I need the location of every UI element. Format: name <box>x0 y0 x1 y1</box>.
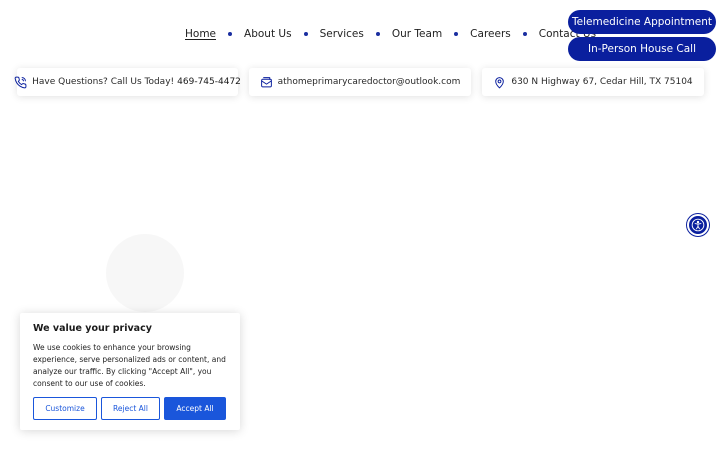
nav-links: Home About Us Services Our Team Careers … <box>185 27 596 41</box>
hero-logo-placeholder <box>106 234 184 312</box>
nav-separator <box>228 32 233 36</box>
cookie-accept-button[interactable]: Accept All <box>164 397 226 420</box>
accessibility-button[interactable] <box>687 214 709 236</box>
cookie-consent-banner: We value your privacy We use cookies to … <box>20 313 240 430</box>
nav-separator <box>303 32 308 36</box>
address-info-card: 630 N Highway 67, Cedar Hill, TX 75104 <box>482 68 704 96</box>
email-link[interactable]: athomeprimarycaredoctor@outlook.com <box>278 77 461 87</box>
nav-separator <box>454 32 459 36</box>
telemedicine-appointment-button[interactable]: Telemedicine Appointment <box>568 10 716 34</box>
house-call-button[interactable]: In-Person House Call <box>568 37 716 61</box>
cookie-actions: Customize Reject All Accept All <box>33 397 226 420</box>
cookie-title: We value your privacy <box>33 323 152 334</box>
nav-separator <box>375 32 380 36</box>
phone-number-link[interactable]: 469-745-4472 <box>177 77 241 87</box>
nav-link-services[interactable]: Services <box>320 28 364 40</box>
top-navigation: Home About Us Services Our Team Careers … <box>0 0 720 66</box>
nav-link-careers[interactable]: Careers <box>470 28 511 40</box>
phone-label: Have Questions? Call Us Today! <box>32 77 175 87</box>
email-icon <box>260 76 273 89</box>
phone-icon <box>14 76 27 89</box>
cookie-description: We use cookies to enhance your browsing … <box>33 343 226 388</box>
address-text: 630 N Highway 67, Cedar Hill, TX 75104 <box>511 77 693 87</box>
phone-info-card: Have Questions? Call Us Today! 469-745-4… <box>14 68 241 96</box>
nav-link-about-us[interactable]: About Us <box>244 28 292 40</box>
map-pin-icon <box>493 76 506 89</box>
nav-link-our-team[interactable]: Our Team <box>392 28 442 40</box>
nav-separator <box>522 32 527 36</box>
accessibility-icon <box>691 218 705 232</box>
cookie-reject-button[interactable]: Reject All <box>101 397 160 420</box>
nav-link-home[interactable]: Home <box>185 28 216 40</box>
cookie-customize-button[interactable]: Customize <box>33 397 97 420</box>
email-info-card: athomeprimarycaredoctor@outlook.com <box>249 68 471 96</box>
